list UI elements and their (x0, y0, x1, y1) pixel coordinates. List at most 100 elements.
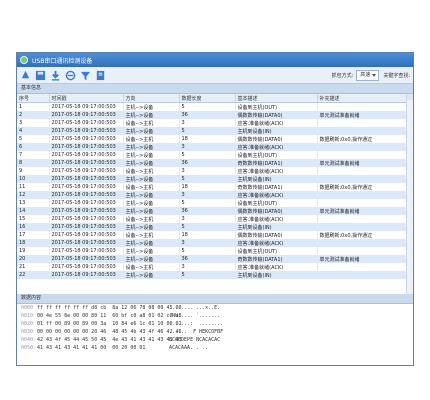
table-row[interactable]: 1 2017-05-18 09:17:00:503 主机-->设备 5 设备到主机(OU… (17, 102, 413, 111)
toolbar-right: 抓包方式: 高速 关键字查找: (332, 69, 413, 81)
table-row[interactable]: 20 2017-05-18 09:17:00:503 主机-->设备 36 奇数数传输(… (17, 255, 413, 263)
table-row[interactable]: 7 2017-05-18 09:17:00:503 主机-->设备 5 设备到主机(OU… (17, 151, 413, 159)
open-icon[interactable] (19, 69, 31, 81)
table-cell: 5 (179, 199, 236, 207)
table-row[interactable]: 21 2017-05-18 09:17:00:503 设备-->主机 3 应答:准备就绪… (17, 263, 413, 271)
table-cell: 9 (17, 167, 50, 175)
table-cell (317, 247, 413, 255)
table-cell: 2017-05-18 09:17:00:503 (49, 159, 124, 167)
table-row[interactable]: 6 2017-05-18 09:17:00:503 主机-->设备 3 应答:准备就绪(… (17, 143, 413, 151)
table-cell: 18 (17, 239, 50, 247)
table-cell: 3 (179, 239, 236, 247)
table-cell: 主机-->设备 (123, 175, 180, 183)
col-header-extra-desc[interactable]: 补充描述 (317, 94, 413, 103)
table-row[interactable]: 19 2017-05-18 09:17:00:503 主机-->设备 5 设备到主机(O… (17, 247, 413, 255)
table-cell: 设备-->主机 (123, 119, 180, 127)
table-row[interactable]: 13 2017-05-18 09:17:00:503 主机-->设备 5 设备到主机(O… (17, 199, 413, 207)
hex-offsets-line: 0050 (21, 345, 34, 351)
table-row[interactable]: 10 2017-05-18 09:17:00:503 主机-->设备 5 主机到设备(I… (17, 175, 413, 183)
table-cell: 应答:准备就绪(ACK) (235, 215, 318, 223)
table-cell: 数据刷新:0x0,操作通过 (317, 231, 413, 239)
toolbar: 抓包方式: 高速 关键字查找: (17, 67, 413, 84)
basic-info-header: 基本信息 (17, 84, 413, 94)
keyword-search-label[interactable]: 关键字查找: (383, 72, 410, 79)
table-cell: 3 (179, 215, 236, 223)
table-cell: 主机到设备(IN) (235, 127, 318, 135)
table-row[interactable]: 12 2017-05-18 09:17:00:503 主机-->设备 3 应答:准备就绪… (17, 191, 413, 199)
hex-bytes: ff ff ff ff ff ff d8 cb 8a 12 06 78 08 0… (35, 304, 182, 365)
hex-bytes-line: 42 43 4f 45 44 45 50 45 4e 43 41 43 41 4… (37, 337, 182, 343)
col-header-index[interactable]: 序号 (17, 94, 50, 103)
col-header-timestamp[interactable]: 时间戳 (49, 94, 124, 103)
settings-icon[interactable] (64, 69, 76, 81)
table-cell: 设备-->主机 (123, 167, 180, 175)
table-cell (317, 191, 413, 199)
table-cell: 主机到设备(IN) (235, 175, 318, 183)
title-bar: USB串口通讯检测设备 (17, 53, 413, 67)
packet-table-body: 1 2017-05-18 09:17:00:503 主机-->设备 5 设备到主机(OU… (17, 102, 413, 279)
col-header-direction[interactable]: 方向 (123, 94, 180, 103)
table-cell (317, 239, 413, 247)
table-row[interactable]: 9 2017-05-18 09:17:00:503 设备-->主机 3 应答:准备就绪(… (17, 167, 413, 175)
table-cell: 7 (17, 151, 50, 159)
data-content-header: 数据内容 (17, 294, 413, 304)
save-icon[interactable] (34, 69, 46, 81)
grab-mode-select[interactable]: 高速 (356, 69, 380, 81)
table-row[interactable]: 18 2017-05-18 09:17:00:503 主机-->设备 3 应答:准备就绪… (17, 239, 413, 247)
table-cell: 设备到主机(OUT) (235, 247, 318, 255)
hex-bytes-line: 41 43 41 43 41 41 41 00 00 20 00 01 (37, 345, 146, 351)
table-cell (317, 263, 413, 271)
table-cell: 设备-->主机 (123, 183, 180, 191)
table-cell: 奇数数传输(DATA1) (235, 183, 318, 191)
table-cell: 8 (17, 159, 50, 167)
table-row[interactable]: 15 2017-05-18 09:17:00:503 设备-->主机 3 应答:准备就绪… (17, 215, 413, 223)
table-row[interactable]: 11 2017-05-18 09:17:00:503 设备-->主机 18 奇数数传输(… (17, 183, 413, 191)
table-cell: 主机-->设备 (123, 143, 180, 151)
table-cell: 14 (17, 207, 50, 215)
hex-ascii-line: ...... F HEKCOFBF (169, 329, 224, 335)
table-cell: 16 (17, 223, 50, 231)
table-cell (317, 151, 413, 159)
table-cell: 36 (179, 159, 236, 167)
table-cell: 主机-->设备 (123, 247, 180, 255)
table-row[interactable]: 2 2017-05-18 09:17:00:503 主机-->设备 36 偶数数传输(D… (17, 111, 413, 119)
table-header-row: 序号 时间戳 方向 数据长度 基本描述 补充描述 (17, 94, 413, 103)
table-cell: 6 (17, 143, 50, 151)
table-row[interactable]: 17 2017-05-18 09:17:00:503 设备-->主机 18 偶数数传输(… (17, 231, 413, 239)
table-cell: 数据刷新:0x0,操作通过 (317, 183, 413, 191)
table-row[interactable]: 4 2017-05-18 09:17:00:503 主机-->设备 5 主机到设备(IN… (17, 127, 413, 135)
filter-icon[interactable] (79, 69, 91, 81)
table-cell (317, 143, 413, 151)
col-header-basic-desc[interactable]: 基本描述 (235, 94, 318, 103)
table-cell: 主机-->设备 (123, 159, 180, 167)
col-header-length[interactable]: 数据长度 (179, 94, 236, 103)
table-row[interactable]: 16 2017-05-18 09:17:00:503 主机-->设备 5 主机到设备(I… (17, 223, 413, 231)
table-scrollbar[interactable] (406, 94, 413, 294)
download-icon[interactable] (49, 69, 61, 81)
table-row[interactable]: 8 2017-05-18 09:17:00:503 主机-->设备 36 奇数数传输(D… (17, 159, 413, 167)
table-cell: 1 (17, 102, 50, 111)
table-row[interactable]: 5 2017-05-18 09:17:00:503 设备-->主机 18 偶数数传输(D… (17, 135, 413, 143)
table-row[interactable]: 14 2017-05-18 09:17:00:503 主机-->设备 36 偶数数传输(… (17, 207, 413, 215)
table-cell: 5 (17, 135, 50, 143)
table-cell: 5 (179, 102, 236, 111)
hex-offsets: 0000 0010 0020 0030 0040 0050 (17, 304, 35, 365)
hex-bytes-line: 01 ff 00 89 00 89 00 3a 10 84 e6 1c 01 1… (37, 321, 182, 327)
table-cell: 主机-->设备 (123, 111, 180, 119)
table-cell: 设备-->主机 (123, 231, 180, 239)
table-cell: 2017-05-18 09:17:00:503 (49, 143, 124, 151)
table-cell: 17 (17, 231, 50, 239)
document-icon[interactable] (94, 69, 106, 81)
hex-ascii-line: .NU..... `....... (169, 313, 221, 319)
table-cell: 2017-05-18 09:17:00:503 (49, 255, 124, 263)
hex-ascii-line: .......: ........ (169, 321, 224, 327)
table-cell: 15 (17, 215, 50, 223)
table-cell: 22 (17, 271, 50, 279)
table-cell: 3 (179, 167, 236, 175)
table-row[interactable]: 22 2017-05-18 09:17:00:503 主机-->设备 5 主机到设备(I… (17, 271, 413, 279)
table-row[interactable]: 3 2017-05-18 09:17:00:503 设备-->主机 3 应答:准备就绪(… (17, 119, 413, 127)
table-cell (317, 119, 413, 127)
hex-ascii-line: ........ ...x..E. (169, 305, 221, 311)
table-cell: 10 (17, 175, 50, 183)
table-cell: 11 (17, 183, 50, 191)
